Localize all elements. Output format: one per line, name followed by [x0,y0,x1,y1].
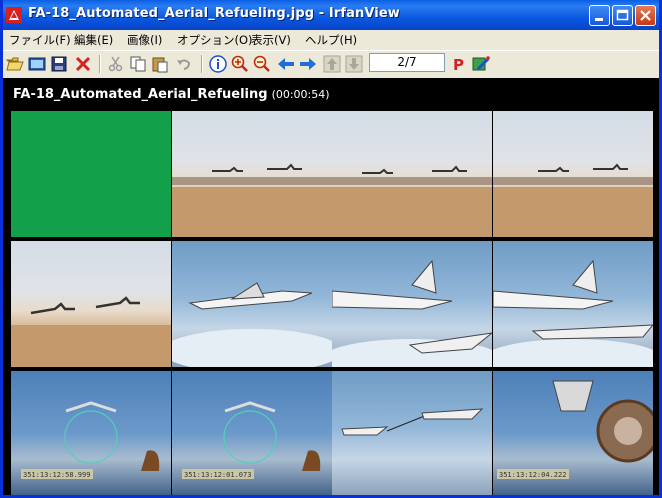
close-icon [640,10,651,21]
minimize-button[interactable] [589,5,610,26]
thumbnail-frame[interactable] [332,241,492,367]
thumbnail-frame[interactable]: 351:13:12:04.222 [493,371,653,495]
thumbnail-row [11,111,653,237]
toolbar-separator [99,55,101,73]
slideshow-icon[interactable] [28,55,46,73]
maximize-button[interactable] [612,5,633,26]
toolbar: 2/7 P [3,50,659,77]
menu-view[interactable]: 表示(V) [251,32,291,48]
window-title: FA-18_Automated_Aerial_Refueling.jpg - I… [28,6,400,21]
copy-icon[interactable] [129,55,147,73]
runway-jets-image [332,165,492,237]
svg-text:P: P [453,56,464,73]
last-icon[interactable] [345,55,363,73]
menu-file[interactable]: ファイル(F) [9,32,71,48]
video-title: FA-18_Automated_Aerial_Refueling [13,87,268,102]
page-info[interactable]: P [450,55,468,73]
thumbnail-frame[interactable]: 351:13:12:01.073 [172,371,332,495]
undo-icon[interactable] [175,55,193,73]
paste-icon[interactable] [151,55,169,73]
menu-image[interactable]: 画像(I) [127,32,162,48]
maximize-icon [616,9,629,21]
thumbnail-frame[interactable] [493,111,653,237]
thumbnail-frame[interactable] [332,371,492,495]
thumbnail-frame[interactable] [332,111,492,237]
thumbnail-frame[interactable] [493,241,653,367]
app-window: FA-18_Automated_Aerial_Refueling.jpg - I… [0,0,662,498]
thumbnail-frame[interactable] [172,241,332,367]
thumbnail-frame[interactable] [11,111,171,237]
refueling-jets-image [341,408,484,436]
hud-view-image: 351:13:12:58.999 [21,401,160,479]
menu-edit[interactable]: 編集(E) [74,32,113,48]
previous-icon[interactable] [277,55,295,73]
video-heading: FA-18_Automated_Aerial_Refueling (00:00:5… [13,87,330,102]
info-icon[interactable] [209,55,227,73]
video-duration: (00:00:54) [271,88,330,101]
minimize-icon [595,18,603,21]
video-thumbnail-sheet[interactable]: FA-18_Automated_Aerial_Refueling (00:00:5… [3,78,659,495]
zoom-in-icon[interactable] [231,55,249,73]
page-counter-field[interactable]: 2/7 [369,53,445,72]
title-bar[interactable]: FA-18_Automated_Aerial_Refueling.jpg - I… [3,0,659,30]
jet-in-flight-image [172,282,332,367]
menu-bar: ファイル(F) 編集(E) 画像(I) オプション(O) 表示(V) ヘルプ(H… [3,30,659,50]
zoom-out-icon[interactable] [253,55,271,73]
timestamp-text: 351:13:12:58.999 [23,471,90,479]
hud-view-image: 351:13:12:01.073 [182,401,321,479]
cut-icon[interactable] [107,55,125,73]
thumbnail-row [11,241,653,367]
paint-icon[interactable] [472,55,490,73]
runway-jets-image [493,163,653,237]
two-jets-image [332,259,492,367]
timestamp-text: 351:13:12:01.073 [184,471,251,479]
open-folder-icon[interactable] [6,55,24,73]
next-icon[interactable] [299,55,317,73]
menu-help[interactable]: ヘルプ(H) [305,32,357,48]
thumbnail-frame[interactable] [172,111,332,237]
thumbnail-frame[interactable]: 351:13:12:58.999 [11,371,171,495]
menu-options[interactable]: オプション(O) [177,32,253,48]
close-button[interactable] [635,5,656,26]
first-icon[interactable] [323,55,341,73]
irfanview-app-icon [6,7,22,23]
toolbar-separator [201,55,203,73]
delete-icon[interactable] [74,55,92,73]
runway-jets-image [172,163,332,237]
thumbnail-row: 351:13:12:58.999 351:13:12:01.073 351:13… [11,371,653,495]
drogue-view-image: 351:13:12:04.222 [497,380,653,479]
takeoff-jets-image [11,296,171,367]
save-icon[interactable] [50,55,68,73]
timestamp-text: 351:13:12:04.222 [499,471,566,479]
two-jets-image [493,259,653,367]
thumbnail-frame[interactable] [11,241,171,367]
